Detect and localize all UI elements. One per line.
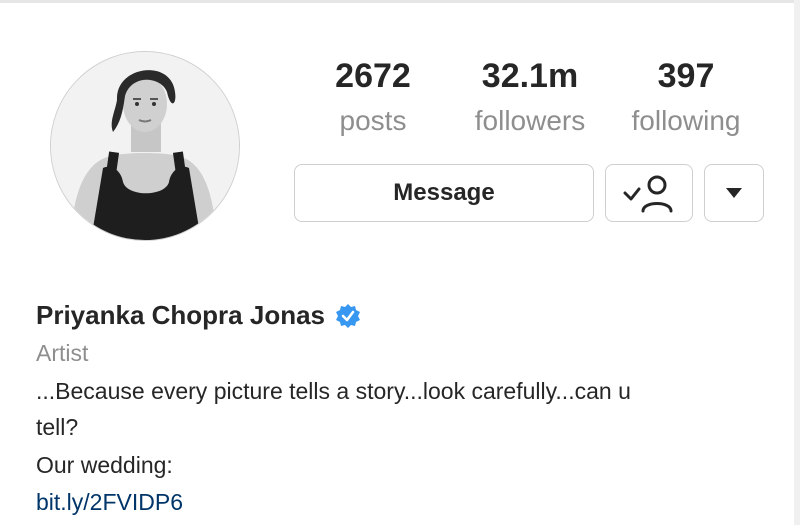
posts-count: 2672 [335, 57, 411, 95]
followers-label: followers [474, 105, 586, 136]
posts-stat[interactable]: 2672 posts [318, 55, 428, 139]
profile-name: Priyanka Chopra Jonas [36, 300, 325, 330]
profile-avatar[interactable] [50, 51, 240, 241]
following-count: 397 [657, 57, 715, 95]
following-check-person-icon [623, 175, 673, 213]
followers-stat[interactable]: 32.1m followers [460, 55, 600, 139]
bio-line: ...Because every picture tells a story..… [36, 378, 631, 404]
scrollbar-track[interactable] [794, 0, 800, 525]
profile-name-row: Priyanka Chopra Jonas [36, 300, 361, 331]
bio-line: Our wedding: [36, 452, 173, 478]
message-button-label: Message [393, 179, 495, 206]
following-stat[interactable]: 397 following [618, 55, 754, 139]
profile-category: Artist [36, 340, 89, 366]
more-options-button[interactable] [704, 164, 764, 222]
following-button[interactable] [605, 164, 693, 222]
avatar-photo [51, 52, 239, 240]
posts-label: posts [339, 105, 407, 136]
message-button[interactable]: Message [294, 164, 594, 222]
verified-badge-icon [336, 303, 360, 328]
followers-count: 32.1m [481, 57, 579, 95]
caret-down-icon [726, 188, 742, 198]
bio-line: tell? [36, 414, 79, 440]
following-label: following [631, 105, 741, 136]
top-divider [0, 0, 800, 3]
bio-link[interactable]: bit.ly/2FVIDP6 [36, 489, 183, 516]
